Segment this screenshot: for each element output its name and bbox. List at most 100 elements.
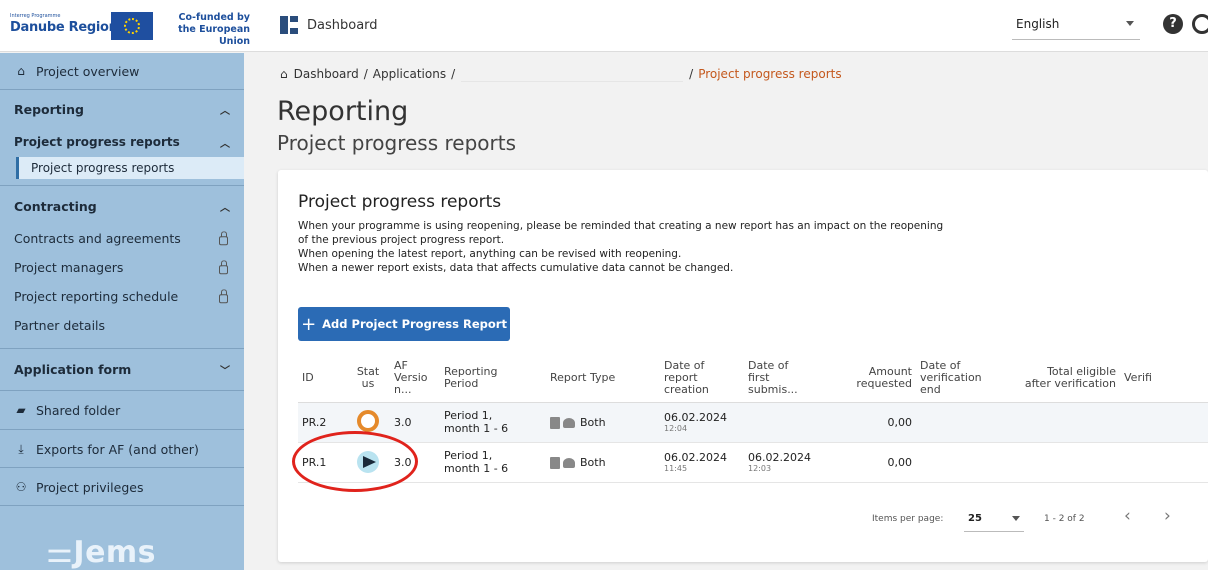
desc-line: When a newer report exists, data that af… (298, 262, 734, 274)
breadcrumb-current: Project progress reports (698, 67, 842, 81)
breadcrumb-dashboard[interactable]: Dashboard (294, 67, 359, 81)
document-icon (550, 416, 560, 429)
col-header-creation-date[interactable]: Date of report creation (660, 354, 744, 403)
user-account-icon[interactable] (1192, 14, 1208, 34)
sidebar-item-partner-details[interactable]: Partner details (0, 311, 244, 340)
table-row[interactable]: PR.1 3.0 Period 1, month 1 - 6 Both 06.02… (298, 442, 1208, 483)
table-row[interactable]: PR.2 3.0 Period 1, month 1 - 6 Both 06.02… (298, 402, 1208, 443)
sidebar-item-label: Application form (14, 361, 132, 377)
cell-first-sub: 06.02.2024 12:03 (744, 442, 832, 483)
prev-page-icon[interactable]: ‹ (1124, 506, 1131, 530)
col-header-first-submission[interactable]: Date of first submis... (744, 354, 832, 403)
cell-af-version: 3.0 (390, 442, 440, 483)
cell-type: Both (546, 402, 660, 443)
eu-cofunded-text: Co-funded by the European Union (160, 12, 250, 48)
col-header-reporting-period[interactable]: Reporting Period (440, 354, 546, 403)
finance-icon (563, 417, 575, 428)
home-icon[interactable]: ⌂ (280, 67, 288, 81)
sidebar-section-application-form[interactable]: Application form ﹀ (0, 350, 244, 388)
page-title: Reporting (277, 96, 409, 127)
sidebar-item-project-managers[interactable]: Project managers (0, 253, 244, 282)
language-select[interactable]: English (1012, 8, 1140, 40)
sidebar-section-reporting[interactable]: Reporting ︿ (0, 91, 244, 127)
sidebar-item-label: Contracts and agreements (14, 231, 181, 246)
cell-created: 06.02.2024 11:45 (660, 442, 744, 483)
cell-amount: 0,00 (832, 402, 916, 443)
cell-status (346, 402, 390, 443)
sidebar-section-contracting[interactable]: Contracting ︿ (0, 188, 244, 224)
cell-total-eligible (1000, 442, 1120, 483)
sidebar-item-label: Project privileges (36, 479, 144, 495)
home-icon: ⌂ (17, 64, 25, 78)
col-header-total-eligible[interactable]: Total eligible after verification (1000, 354, 1120, 403)
col-header-status[interactable]: Stat us (346, 354, 390, 403)
sidebar-item-exports[interactable]: ⤓ Exports for AF (and other) (0, 431, 244, 467)
sidebar-item-label: Project progress reports (14, 135, 180, 149)
desc-line: of the previous project progress report. (298, 234, 505, 246)
lock-icon (219, 259, 228, 274)
items-per-page-value: 25 (968, 513, 982, 524)
col-header-af-version[interactable]: AF Versio n... (390, 354, 440, 403)
folder-icon: ▰ (16, 403, 26, 417)
jems-logo: ⚌Jems (46, 535, 157, 570)
sidebar-item-project-privileges[interactable]: ⚇ Project privileges (0, 469, 244, 505)
cell-id: PR.1 (298, 442, 346, 483)
breadcrumb-redacted-project[interactable] (461, 66, 684, 82)
reports-table: ID Stat us AF Versio n... Reporting Period R… (298, 354, 1208, 483)
cell-id: PR.2 (298, 402, 346, 443)
sidebar-item-label: Reporting (14, 101, 84, 117)
cell-total-eligible (1000, 402, 1120, 443)
dashboard-icon (280, 16, 298, 34)
add-report-label: Add Project Progress Report (322, 317, 507, 331)
users-icon: ⚇ (15, 480, 27, 494)
col-header-verification-end[interactable]: Date of verification end (916, 354, 1000, 403)
sidebar-item-project-progress-reports[interactable]: Project progress reports ︿ (0, 127, 244, 157)
page-subtitle: Project progress reports (277, 131, 516, 155)
download-icon: ⤓ (18, 441, 24, 456)
sidebar-item-label: Shared folder (36, 402, 121, 418)
sidebar-item-contracts-agreements[interactable]: Contracts and agreements (0, 224, 244, 253)
card-title: Project progress reports (298, 192, 502, 212)
lock-icon (219, 230, 228, 245)
breadcrumb-separator: / (689, 67, 694, 81)
cell-amount: 0,00 (832, 442, 916, 483)
breadcrumb: ⌂ Dashboard / Applications / / Project p… (280, 66, 842, 82)
cell-status (346, 442, 390, 483)
cell-verification-end (916, 442, 1000, 483)
plus-icon: + (301, 313, 317, 335)
breadcrumb-separator: / (451, 67, 456, 81)
add-report-button[interactable]: + Add Project Progress Report (298, 307, 510, 341)
dashboard-link[interactable]: Dashboard (280, 13, 378, 37)
items-per-page-select[interactable]: 25 (964, 506, 1024, 532)
col-header-report-type[interactable]: Report Type (546, 354, 660, 403)
desc-line: When your programme is using reopening, … (298, 220, 944, 232)
sidebar-subitem-project-progress-reports[interactable]: Project progress reports (16, 157, 244, 179)
sidebar-item-shared-folder[interactable]: ▰ Shared folder (0, 392, 244, 428)
chevron-up-icon: ︿ (220, 105, 230, 117)
chevron-up-icon: ︿ (220, 202, 230, 214)
sidebar-item-label: Project reporting schedule (14, 289, 179, 304)
sidebar-item-label: Exports for AF (and other) (36, 441, 199, 457)
cell-created: 06.02.2024 12:04 (660, 402, 744, 443)
sidebar-item-label: Project managers (14, 260, 124, 275)
cell-period: Period 1, month 1 - 6 (440, 402, 546, 443)
eu-flag-icon (111, 12, 153, 40)
col-header-id[interactable]: ID (298, 354, 346, 403)
reports-card: Project progress reports When your progr… (278, 170, 1208, 562)
sidebar-item-reporting-schedule[interactable]: Project reporting schedule (0, 282, 244, 311)
col-header-verification[interactable]: Verifi (1120, 354, 1208, 403)
status-draft-icon (357, 409, 379, 432)
card-description: When your programme is using reopening, … (298, 219, 1018, 275)
chevron-down-icon (1126, 21, 1134, 26)
sidebar-item-project-overview[interactable]: ⌂ Project overview (0, 53, 244, 89)
cell-first-sub (744, 402, 832, 443)
breadcrumb-applications[interactable]: Applications (373, 67, 446, 81)
col-header-amount[interactable]: Amount requested (832, 354, 916, 403)
next-page-icon[interactable]: › (1164, 506, 1171, 530)
help-icon[interactable]: ? (1163, 14, 1183, 34)
sidebar-item-label: Project progress reports (31, 161, 175, 175)
sidebar-item-label: Contracting (14, 198, 97, 214)
cell-verification-end (916, 402, 1000, 443)
status-submitted-icon (357, 451, 379, 473)
programme-logo[interactable]: Interreg Programme Danube Region Co-fund… (10, 10, 250, 47)
